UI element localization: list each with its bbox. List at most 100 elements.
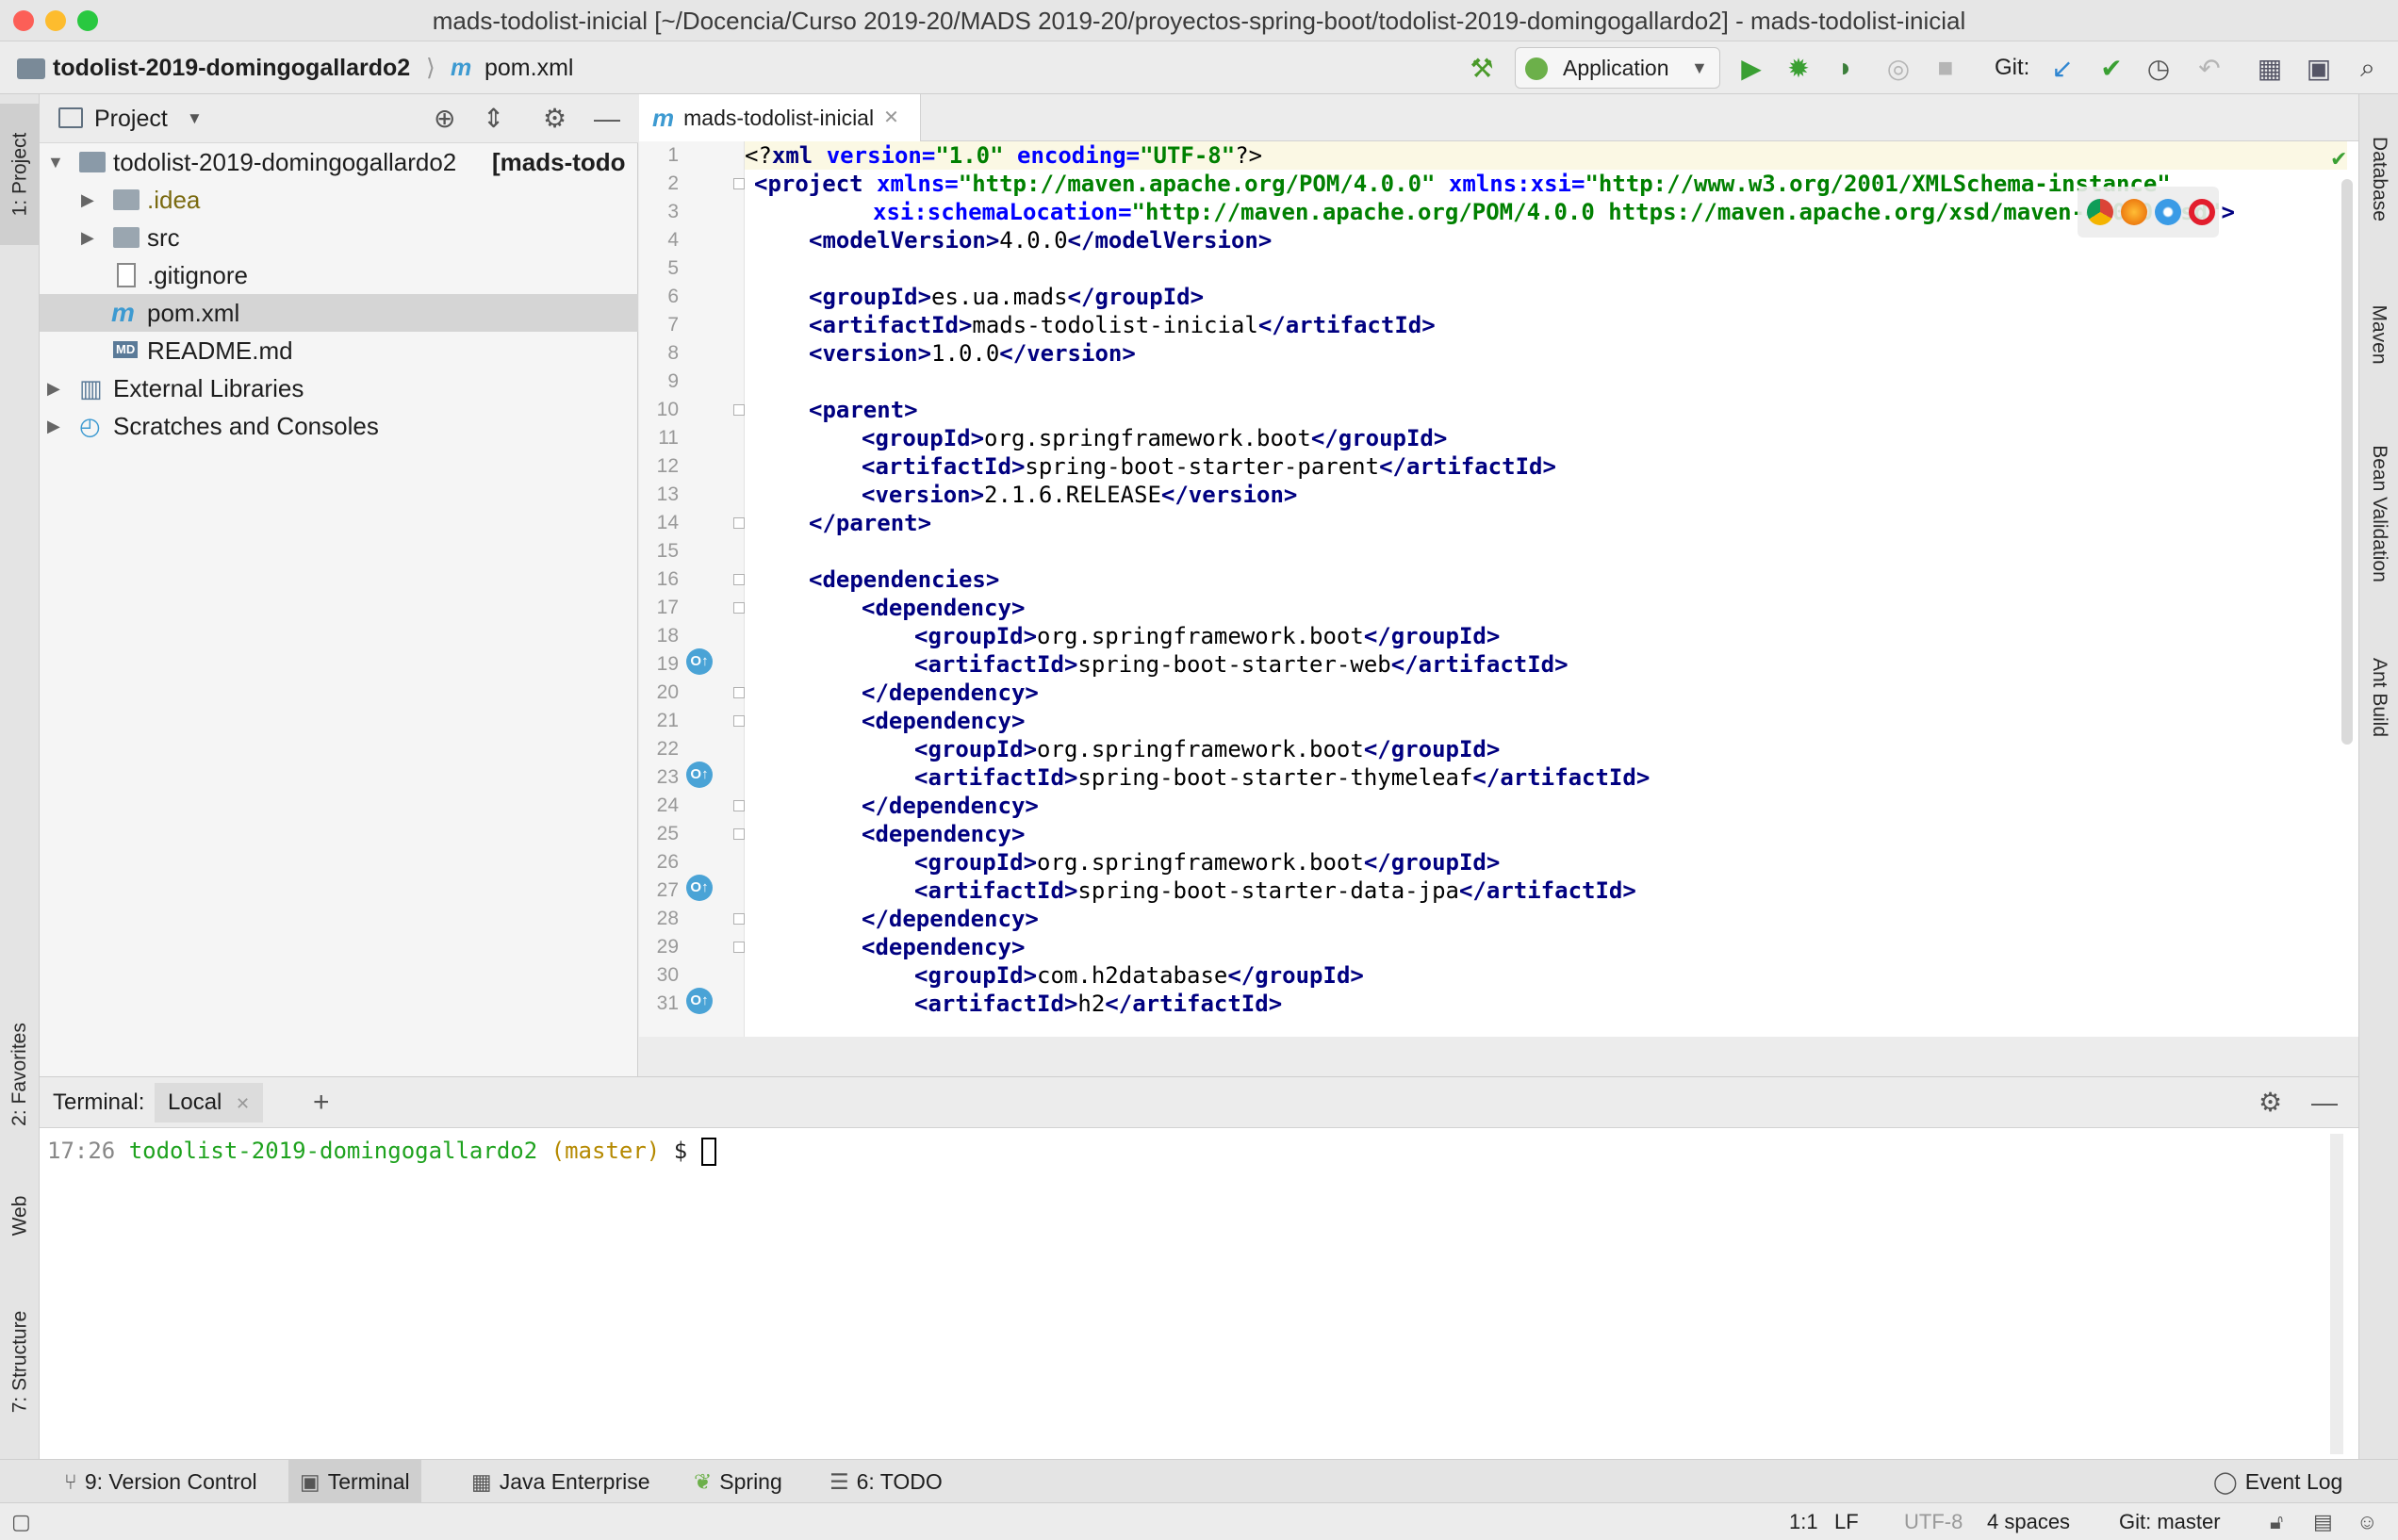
dependency-override-icon[interactable]: O↑ [686,648,713,675]
collapse-all-icon[interactable]: ⇕ [483,94,504,143]
tree-item-external-libraries[interactable]: ▶ ▥ External Libraries [40,369,638,407]
search-everywhere-icon[interactable]: ⌕ [2351,51,2385,85]
close-tab-icon[interactable]: ✕ [236,1094,250,1113]
fold-marker-icon[interactable] [733,715,745,727]
project-structure-icon[interactable]: ▦ [2253,51,2287,85]
fold-marker-icon[interactable] [733,687,745,698]
safari-icon[interactable] [2155,199,2181,225]
git-history-clock-icon[interactable]: ◷ [2142,51,2176,85]
tree-root[interactable]: ▼ todolist-2019-domingogallardo2 [mads-t… [40,143,638,181]
lock-icon[interactable]: 🔓︎ [2270,1503,2283,1540]
git-branch[interactable]: Git: master [2119,1503,2221,1540]
tool-terminal[interactable]: ▣ Terminal [288,1460,421,1503]
breadcrumb-file[interactable]: pom.xml [485,41,573,94]
code-line-7: <artifactId>mads-todolist-inicial</artif… [809,312,1436,338]
dependency-override-icon[interactable]: O↑ [686,988,713,1014]
fold-marker-icon[interactable] [733,800,745,811]
tree-root-label: todolist-2019-domingogallardo2 [113,148,457,176]
tab-project-tool[interactable]: 1: Project [0,104,40,245]
locate-file-icon[interactable]: ⊕ [434,94,455,143]
firefox-icon[interactable] [2121,199,2147,225]
toggle-tool-windows-icon[interactable]: ▢ [11,1503,31,1540]
tree-item-gitignore[interactable]: .gitignore [40,256,638,294]
tool-todo[interactable]: ☰ 6: TODO [818,1460,954,1503]
fold-marker-icon[interactable] [733,517,745,529]
git-update-arrow-icon[interactable]: ↙ [2045,51,2079,85]
tab-ant-build-tool[interactable]: Ant Build [2359,631,2398,763]
tree-item-readme[interactable]: MD README.md [40,332,638,369]
run-configuration-select[interactable]: Application ▼ [1515,47,1720,89]
stop-icon[interactable]: ■ [1929,51,1963,85]
chevron-right-icon[interactable]: ▶ [81,219,94,256]
fold-marker-icon[interactable] [733,942,745,953]
gear-icon[interactable]: ⚙ [543,94,567,143]
terminal-tab-local[interactable]: Local ✕ [155,1083,264,1122]
tab-maven-tool[interactable]: Maven [2359,273,2398,396]
file-encoding[interactable]: UTF-8 [1904,1503,1963,1540]
fold-marker-icon[interactable] [733,602,745,614]
code-editor[interactable]: <?xml version="1.0" encoding="UTF-8"?> <… [745,141,2347,1037]
window-title-bar: mads-todolist-inicial [~/Docencia/Curso … [0,0,2398,41]
profile-icon[interactable]: ◎ [1881,51,1915,85]
fold-marker-icon[interactable] [733,828,745,840]
tree-item-pom[interactable]: m pom.xml [40,294,638,332]
code-line-2: <project xmlns="http://maven.apache.org/… [754,171,2171,197]
scratches-clock-icon: ◴ [79,412,101,440]
tool-event-log[interactable]: ◯ Event Log [2202,1460,2354,1503]
tool-java-enterprise[interactable]: ▦ Java Enterprise [460,1460,662,1503]
terminal-scrollbar[interactable] [2330,1134,2343,1454]
new-terminal-plus-icon[interactable]: + [313,1077,330,1128]
caret-position[interactable]: 1:1 [1789,1503,1818,1540]
tab-structure-tool[interactable]: 7: Structure [0,1282,40,1442]
tree-item-src[interactable]: ▶ src [40,219,638,256]
tab-web-tool[interactable]: Web [0,1169,40,1263]
opera-icon[interactable] [2189,199,2215,225]
git-commit-check-icon[interactable]: ✔ [2094,51,2128,85]
folder-icon [113,227,140,248]
chevron-right-icon[interactable]: ▶ [81,181,94,219]
tab-favorites-tool[interactable]: 2: Favorites [0,990,40,1159]
tree-item-label: src [147,223,180,252]
project-view-select[interactable]: Project [94,94,168,143]
presentation-mode-icon[interactable]: ▣ [2302,51,2336,85]
tool-version-control[interactable]: ⑂ 9: Version Control [53,1460,269,1503]
indent-setting[interactable]: 4 spaces [1987,1503,2070,1540]
dependency-override-icon[interactable]: O↑ [686,875,713,901]
inspector-icon[interactable]: ☺ [2357,1503,2377,1540]
tab-database-tool[interactable]: Database [2359,104,2398,254]
fold-marker-icon[interactable] [733,404,745,416]
close-tab-icon[interactable]: ✕ [883,94,899,141]
fold-marker-icon[interactable] [733,574,745,585]
debug-bug-icon[interactable]: ✹ [1782,51,1815,85]
chevron-right-icon[interactable]: ▶ [47,369,60,407]
code-line-31: <artifactId>h2</artifactId> [914,991,1283,1017]
terminal-prompt-line[interactable]: 17:26 todolist-2019-domingogallardo2 (ma… [47,1132,716,1170]
run-with-coverage-icon[interactable]: ◗ [1829,51,1863,85]
hide-panel-icon[interactable]: — [594,94,620,143]
chevron-down-icon[interactable]: ▼ [187,94,203,143]
chevron-right-icon[interactable]: ▶ [47,407,60,445]
fold-marker-icon[interactable] [733,178,745,189]
line-number: 19 [656,653,679,675]
chrome-icon[interactable] [2087,199,2113,225]
build-hammer-icon[interactable]: ⚒ [1465,51,1499,85]
breadcrumb-project[interactable]: todolist-2019-domingogallardo2 [53,41,410,94]
tool-spring[interactable]: ❦ Spring [682,1460,794,1503]
module-folder-icon [79,152,106,172]
editor-tab-pom[interactable]: m mads-todolist-inicial ✕ [639,94,921,141]
project-tool-window: Project ▼ ⊕ ⇕ ⚙ — ▼ todolist-2019-doming… [40,94,638,1076]
git-rollback-icon[interactable]: ↶ [2193,51,2226,85]
fold-marker-icon[interactable] [733,913,745,925]
line-number: 10 [656,399,679,420]
dependency-override-icon[interactable]: O↑ [686,762,713,788]
tab-bean-validation-tool[interactable]: Bean Validation [2359,415,2398,613]
gear-icon[interactable]: ⚙ [2258,1077,2282,1128]
memory-indicator-icon[interactable]: ▤ [2313,1503,2333,1540]
chevron-down-icon[interactable]: ▼ [47,143,64,181]
line-separator[interactable]: LF [1834,1503,1859,1540]
tree-item-scratches[interactable]: ▶ ◴ Scratches and Consoles [40,407,638,445]
editor-scrollbar[interactable] [2341,179,2353,745]
tree-item-idea[interactable]: ▶ .idea [40,181,638,219]
hide-panel-icon[interactable]: — [2311,1077,2338,1128]
run-icon[interactable]: ▶ [1734,51,1768,85]
